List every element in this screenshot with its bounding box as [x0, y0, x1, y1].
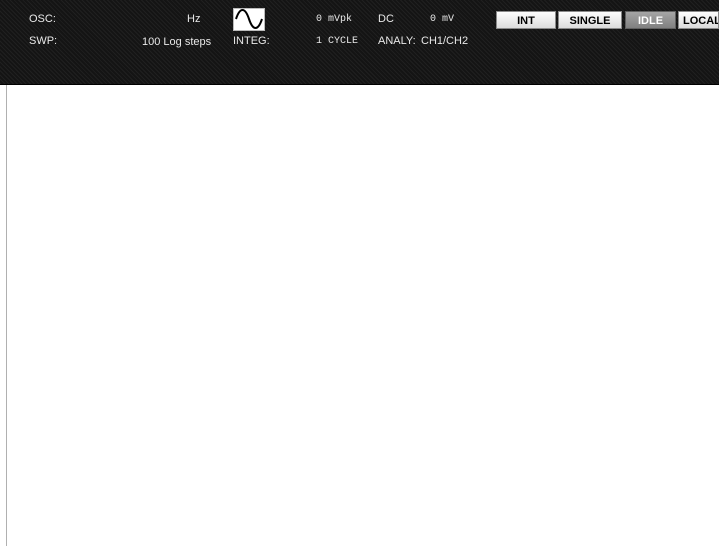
dc-label: DC [378, 13, 394, 25]
sine-wave-icon [235, 9, 263, 29]
swp-label: SWP: [29, 35, 58, 47]
sweep-steps-value: 100 Log steps [142, 36, 212, 48]
dc-offset-value: 0 mV [430, 14, 455, 25]
integ-value: 1 CYCLE [316, 36, 359, 47]
status-bar: OSC: Hz 0 mVpk DC 0 mV SWP: 100 Log step… [0, 0, 719, 85]
frequency-unit: Hz [187, 13, 201, 25]
analy-label: ANALY: [378, 35, 416, 47]
int-button[interactable]: INT [496, 11, 556, 29]
idle-button[interactable]: IDLE [625, 11, 676, 29]
integ-label: INTEG: [233, 35, 270, 47]
local-button[interactable]: LOCAL [678, 11, 719, 29]
waveform-selector[interactable] [233, 8, 265, 31]
osc-label: OSC: [29, 13, 56, 25]
analy-value: CH1/CH2 [421, 35, 469, 47]
single-button[interactable]: SINGLE [558, 11, 622, 29]
main-display-area [6, 85, 719, 546]
amplitude-value: 0 mVpk [316, 14, 353, 25]
